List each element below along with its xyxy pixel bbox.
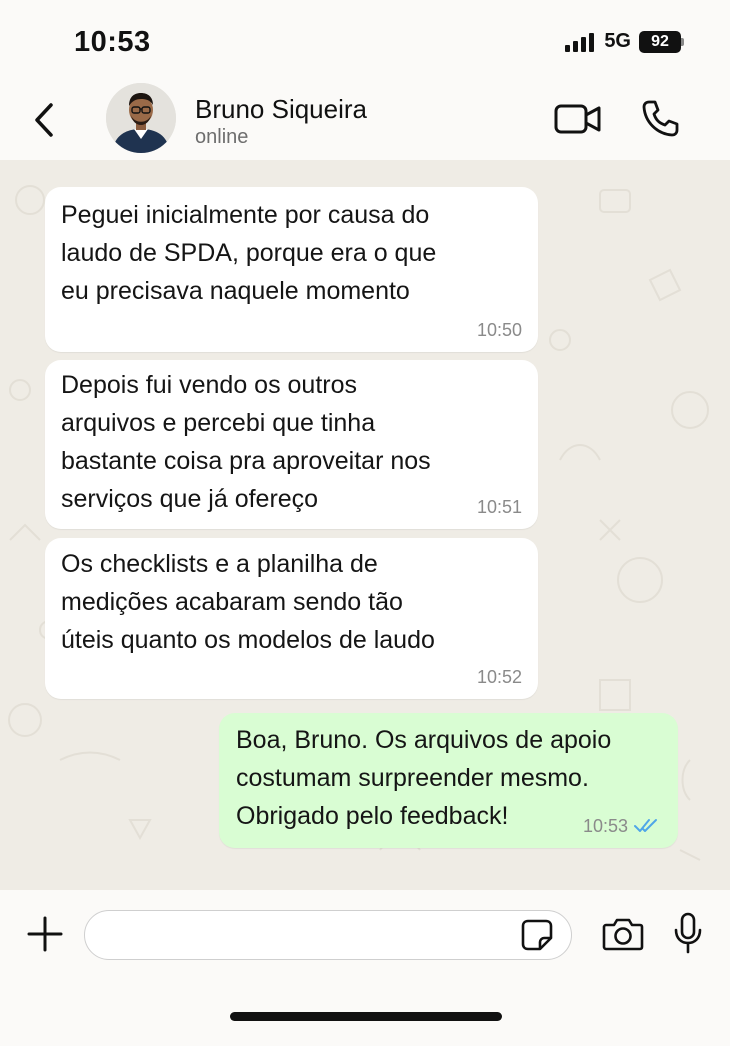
sticker-button[interactable]: [520, 918, 554, 952]
message-list[interactable]: Peguei inicialmente por causa do laudo d…: [0, 160, 730, 890]
attach-button[interactable]: [26, 915, 64, 953]
message-text: Os checklists e a planilha de medições a…: [61, 550, 435, 654]
message-bubble-incoming[interactable]: Os checklists e a planilha de medições a…: [45, 538, 538, 699]
signal-icon: [565, 32, 595, 52]
battery-icon: 92: [639, 30, 684, 53]
composer-bar: [0, 890, 730, 1046]
message-text: Depois fui vendo os outros arquivos e pe…: [61, 371, 431, 513]
message-bubble-incoming[interactable]: Peguei inicialmente por causa do laudo d…: [45, 187, 538, 352]
home-indicator: [230, 1012, 502, 1021]
sticker-icon: [521, 919, 553, 951]
message-text: Peguei inicialmente por causa do laudo d…: [61, 201, 437, 305]
message-input[interactable]: [84, 910, 572, 960]
message-bubble-incoming[interactable]: Depois fui vendo os outros arquivos e pe…: [45, 360, 538, 529]
voice-call-button[interactable]: [640, 98, 680, 138]
message-text: Boa, Bruno. Os arquivos de apoio costuma…: [236, 726, 612, 830]
double-check-icon: [634, 819, 657, 832]
status-indicators: 5G 92: [565, 30, 684, 53]
camera-icon: [602, 918, 644, 951]
video-camera-icon: [554, 104, 601, 134]
phone-icon: [642, 100, 679, 137]
contact-photo: [106, 83, 176, 153]
chat-screen: 10:53 5G 92 Bruno Siqueira online Peguei…: [0, 0, 730, 1046]
message-meta: 10:53: [583, 816, 660, 836]
message-bubble-outgoing[interactable]: Boa, Bruno. Os arquivos de apoio costuma…: [219, 713, 678, 848]
message-time: 10:52: [476, 667, 522, 687]
message-time: 10:50: [476, 320, 522, 340]
contact-name[interactable]: Bruno Siqueira: [195, 94, 367, 125]
message-time: 10:51: [476, 497, 522, 517]
plus-icon: [27, 916, 63, 952]
video-call-button[interactable]: [554, 102, 602, 136]
back-button[interactable]: [28, 98, 60, 142]
status-time: 10:53: [74, 26, 151, 58]
status-bar: 10:53 5G 92: [0, 0, 730, 80]
voice-message-button[interactable]: [672, 912, 704, 954]
chevron-left-icon: [35, 103, 53, 137]
battery-level: 92: [639, 30, 681, 53]
camera-button[interactable]: [602, 916, 644, 952]
network-label: 5G: [604, 30, 631, 52]
avatar[interactable]: [106, 83, 176, 153]
message-time: 10:53: [582, 816, 628, 836]
contact-status: online: [195, 126, 249, 148]
chat-header: Bruno Siqueira online: [0, 80, 730, 160]
microphone-icon: [674, 912, 702, 954]
